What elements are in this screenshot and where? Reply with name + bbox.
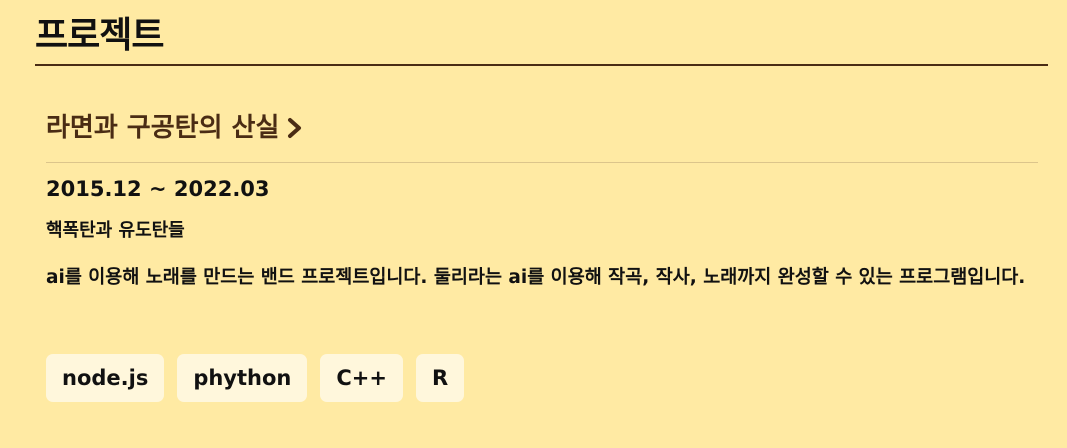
tag-r: R	[415, 354, 465, 402]
section-title: 프로젝트	[35, 15, 164, 56]
chevron-right-icon	[288, 118, 302, 138]
section-divider	[35, 64, 1048, 66]
project-divider	[46, 162, 1038, 163]
project-title-link[interactable]: 라면과 구공탄의 산실	[46, 96, 303, 160]
project-title: 라면과 구공탄의 산실	[46, 113, 280, 143]
tag-list: node.js phython C++ R	[46, 354, 465, 402]
tag-cpp: C++	[320, 354, 403, 402]
project-card: 라면과 구공탄의 산실 2015.12 ~ 2022.03 핵폭탄과 유도탄들 …	[46, 96, 1038, 402]
project-description: ai를 이용해 노래를 만드는 밴드 프로젝트입니다. 둘리라는 ai를 이용해…	[46, 267, 1026, 288]
tag-phython: phython	[177, 354, 308, 402]
project-team: 핵폭탄과 유도탄들	[46, 220, 185, 241]
projects-section: 프로젝트	[35, 0, 1048, 66]
tag-nodejs: node.js	[46, 354, 165, 402]
project-period: 2015.12 ~ 2022.03	[46, 177, 270, 201]
